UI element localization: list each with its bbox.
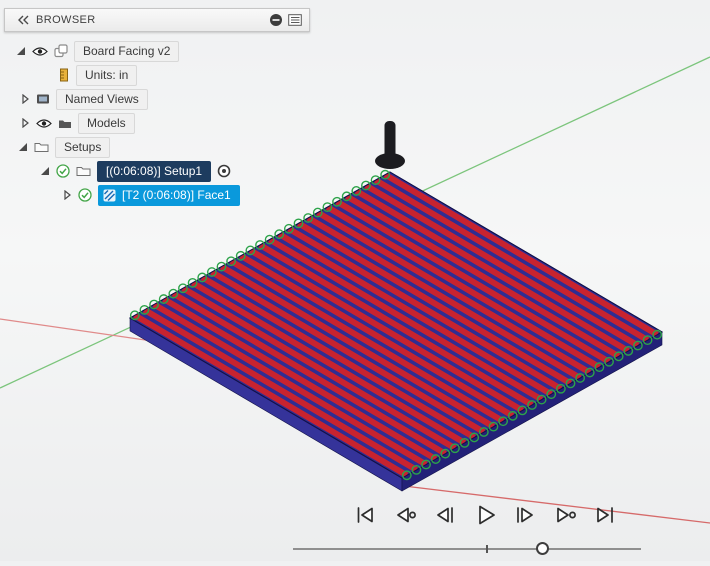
timeline-handle[interactable] <box>536 542 549 555</box>
visibility-eye-icon[interactable] <box>36 118 52 129</box>
go-to-beginning-icon <box>357 507 373 523</box>
next-operation-icon <box>557 507 576 523</box>
tree-row-setup1[interactable]: [(0:06:08)] Setup1 <box>4 159 310 183</box>
operation-valid-check-icon <box>56 164 70 178</box>
facing-toolpath-icon <box>103 189 116 202</box>
play-icon <box>479 505 495 525</box>
browser-title: BROWSER <box>36 14 96 26</box>
next-operation-button[interactable] <box>552 503 578 527</box>
visibility-eye-icon[interactable] <box>32 46 48 57</box>
tree-row-document[interactable]: Board Facing v2 <box>4 39 310 63</box>
panel-menu-icon[interactable] <box>288 14 302 26</box>
expand-arrow-icon[interactable] <box>18 142 28 152</box>
component-icon <box>54 44 68 58</box>
named-views-icon <box>36 93 50 105</box>
step-forward-button[interactable] <box>512 503 538 527</box>
tree-row-face1[interactable]: [T2 (0:06:08)] Face1 <box>4 183 310 207</box>
operation-valid-check-icon <box>78 188 92 202</box>
browser-tree: Board Facing v2 Units: in Named Views Mo… <box>4 39 310 207</box>
step-backward-button[interactable] <box>432 503 458 527</box>
setup-folder-icon <box>76 165 91 177</box>
remove-panel-icon[interactable] <box>269 13 283 27</box>
simulation-playback-controls <box>352 503 618 527</box>
collapsed-arrow-icon[interactable] <box>20 94 30 104</box>
tree-label-face1-text: [T2 (0:06:08)] Face1 <box>122 187 231 202</box>
browser-panel: BROWSER Board Facing v2 Units: in Named … <box>4 8 310 207</box>
tree-label-units[interactable]: Units: in <box>76 64 138 86</box>
tree-row-setups[interactable]: Setups <box>4 135 310 159</box>
timeline-track[interactable] <box>293 548 641 550</box>
active-setup-radio-icon[interactable] <box>217 164 231 178</box>
tree-row-units[interactable]: Units: in <box>4 63 310 87</box>
simulation-timeline[interactable] <box>293 542 641 556</box>
previous-operation-icon <box>397 507 416 523</box>
setups-folder-icon <box>34 141 49 153</box>
tree-row-models[interactable]: Models <box>4 111 310 135</box>
tree-label-setups[interactable]: Setups <box>55 136 111 158</box>
tree-label-face1[interactable]: [T2 (0:06:08)] Face1 <box>98 184 240 206</box>
expand-arrow-icon[interactable] <box>40 166 50 176</box>
previous-operation-button[interactable] <box>392 503 418 527</box>
tree-label-models[interactable]: Models <box>78 112 135 134</box>
collapsed-arrow-icon[interactable] <box>62 190 72 200</box>
timeline-marker <box>486 545 488 553</box>
step-backward-icon <box>437 507 453 523</box>
expand-arrow-icon[interactable] <box>16 46 26 56</box>
play-button[interactable] <box>472 503 498 527</box>
models-folder-icon <box>58 118 72 129</box>
tree-label-document[interactable]: Board Facing v2 <box>74 40 180 62</box>
tool-holder <box>375 153 405 169</box>
step-forward-icon <box>517 507 533 523</box>
go-to-end-button[interactable] <box>592 503 618 527</box>
tree-label-setup1[interactable]: [(0:06:08)] Setup1 <box>97 160 212 182</box>
collapse-panel-icon[interactable] <box>17 15 29 25</box>
units-ruler-icon <box>58 68 70 82</box>
go-to-end-icon <box>597 507 613 523</box>
tree-label-named-views[interactable]: Named Views <box>56 88 148 110</box>
tree-row-named-views[interactable]: Named Views <box>4 87 310 111</box>
collapsed-arrow-icon[interactable] <box>20 118 30 128</box>
go-to-beginning-button[interactable] <box>352 503 378 527</box>
browser-header[interactable]: BROWSER <box>4 8 310 32</box>
